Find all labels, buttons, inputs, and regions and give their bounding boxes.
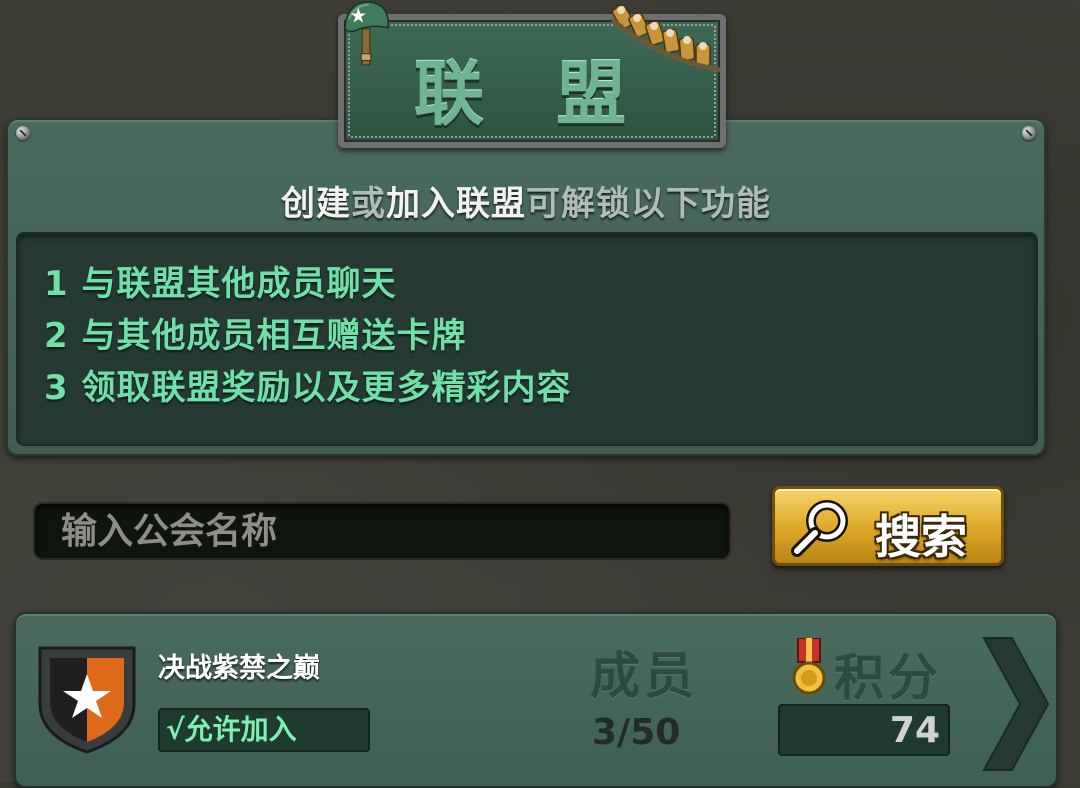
alliance-name: 决战紫禁之巅: [158, 653, 320, 684]
star-shield-icon: [38, 646, 136, 754]
score-box: 74: [778, 704, 950, 756]
unlock-text-features: 可解锁以下功能: [526, 184, 771, 224]
medal-icon: [792, 638, 826, 695]
alliance-list-item[interactable]: 决战紫禁之巅 √允许加入 成员 3/50 积分 74: [14, 612, 1058, 788]
search-button-label: 搜索: [875, 510, 967, 564]
search-input[interactable]: 输入公会名称: [33, 502, 731, 560]
helmet-star-icon: [344, 1, 389, 66]
members-label: 成员: [590, 647, 698, 705]
unlock-message: 创建或加入联盟可解锁以下功能: [8, 176, 1044, 225]
score-value: 74: [889, 710, 940, 751]
rivet-icon: [16, 126, 30, 140]
search-button[interactable]: 搜索: [772, 486, 1004, 566]
feature-item: 1 与联盟其他成员聊天: [44, 264, 397, 304]
magnifier-icon: [791, 500, 848, 557]
unlock-text-join: 加入联盟: [386, 184, 526, 224]
feature-item: 2 与其他成员相互赠送卡牌: [44, 316, 467, 356]
feature-item: 3 领取联盟奖励以及更多精彩内容: [44, 368, 572, 408]
chevron-right-icon[interactable]: [978, 634, 1050, 774]
bullet-belt-icon: [612, 4, 721, 73]
info-panel: 创建或加入联盟可解锁以下功能 1 与联盟其他成员聊天 2 与其他成员相互赠送卡牌…: [6, 118, 1046, 456]
unlock-text-or: 或: [351, 184, 386, 224]
unlock-text-create: 创建: [281, 184, 351, 224]
join-status-badge: √允许加入: [158, 708, 370, 752]
features-box: 1 与联盟其他成员聊天 2 与其他成员相互赠送卡牌 3 领取联盟奖励以及更多精彩…: [16, 232, 1038, 446]
score-label: 积分: [834, 649, 942, 707]
rivet-icon: [1022, 126, 1036, 140]
members-count: 3/50: [592, 712, 681, 753]
